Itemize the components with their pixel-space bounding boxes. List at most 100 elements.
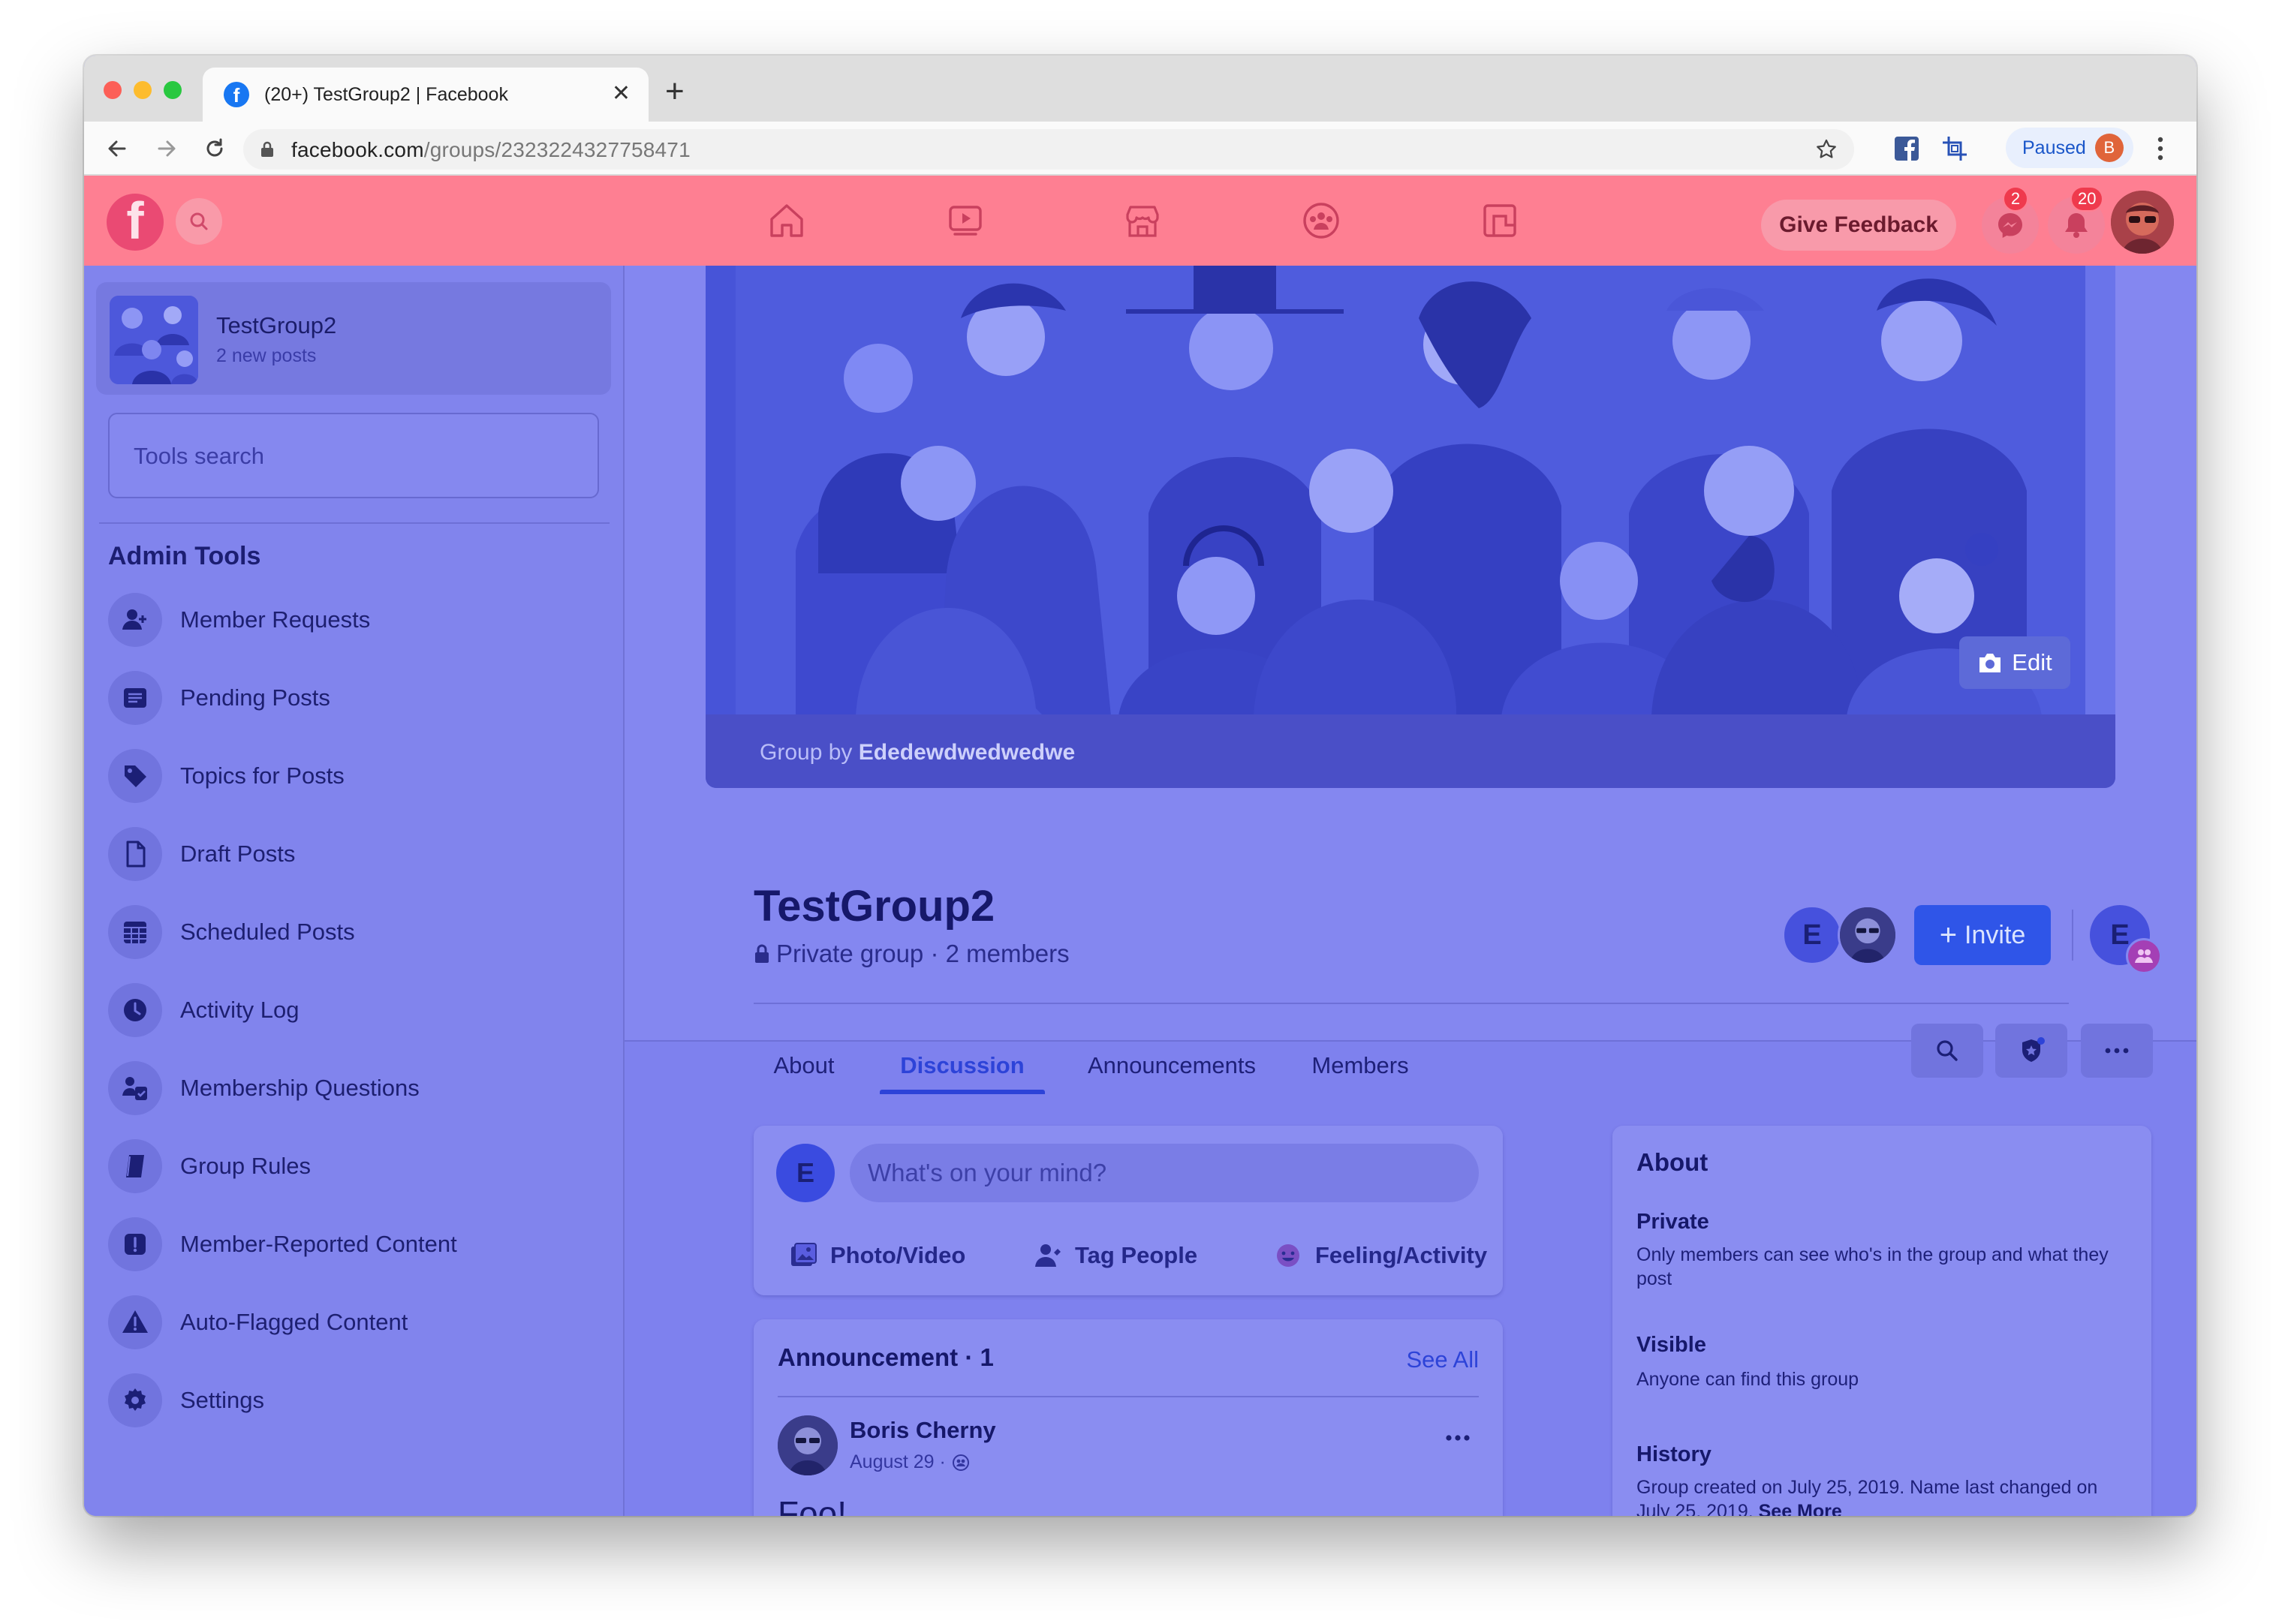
calendar-icon bbox=[108, 905, 162, 959]
group-owner-link[interactable]: Ededewdwedwedwe bbox=[859, 740, 1075, 765]
bookmark-star-icon[interactable] bbox=[1815, 138, 1838, 161]
admin-shield-button[interactable] bbox=[1995, 1024, 2067, 1078]
crop-extension-icon[interactable] bbox=[1941, 135, 1968, 162]
tag-people-button[interactable]: Tag People bbox=[1033, 1237, 1197, 1274]
gear-icon bbox=[108, 1373, 162, 1427]
sidebar-item-pending-posts[interactable]: Pending Posts bbox=[108, 659, 604, 737]
tab-announcements[interactable]: Announcements bbox=[1063, 1039, 1281, 1093]
browser-window: f (20+) TestGroup2 | Facebook ✕ + facebo… bbox=[84, 56, 2196, 1516]
search-icon bbox=[190, 212, 208, 230]
post-author-avatar[interactable] bbox=[778, 1415, 838, 1475]
sidebar-item-label: Scheduled Posts bbox=[180, 919, 355, 945]
tab-strip: f (20+) TestGroup2 | Facebook ✕ + bbox=[84, 56, 2196, 122]
search-button[interactable] bbox=[176, 198, 222, 245]
maximize-window-button[interactable] bbox=[164, 81, 182, 99]
sidebar-item-label: Activity Log bbox=[180, 997, 300, 1023]
invite-button[interactable]: + Invite bbox=[1914, 905, 2051, 965]
address-bar[interactable]: facebook.com/groups/2323224327758471 bbox=[243, 129, 1854, 170]
member-avatar[interactable]: E bbox=[1782, 905, 1842, 965]
about-history-desc: Group created on July 25, 2019. Name las… bbox=[1636, 1475, 2132, 1516]
sidebar-item-settings[interactable]: Settings bbox=[108, 1361, 604, 1439]
about-private-title: Private bbox=[1636, 1210, 1709, 1234]
more-options-button[interactable] bbox=[2081, 1024, 2153, 1078]
sidebar-item-label: Settings bbox=[180, 1387, 265, 1413]
tag-people-icon bbox=[1035, 1244, 1061, 1267]
member-requests-icon bbox=[108, 593, 162, 647]
photo-video-label: Photo/Video bbox=[830, 1242, 966, 1268]
whats-on-your-mind-input[interactable]: What's on your mind? bbox=[850, 1144, 1479, 1202]
feeling-activity-label: Feeling/Activity bbox=[1315, 1242, 1488, 1268]
group-search-button[interactable] bbox=[1911, 1024, 1983, 1078]
page-title: TestGroup2 bbox=[754, 882, 995, 931]
admin-tools-heading: Admin Tools bbox=[108, 542, 261, 570]
group-by-caption: Group by Ededewdwedwedwe bbox=[760, 740, 1076, 765]
group-thumbnail bbox=[110, 296, 198, 384]
close-window-button[interactable] bbox=[104, 81, 122, 99]
tab-close-icon[interactable]: ✕ bbox=[612, 83, 631, 105]
feeling-activity-button[interactable]: Feeling/Activity bbox=[1273, 1237, 1487, 1274]
camera-icon bbox=[1979, 654, 2001, 672]
sidebar-item-membership-questions[interactable]: Membership Questions bbox=[108, 1049, 604, 1127]
sidebar-item-member-requests[interactable]: Member Requests bbox=[108, 581, 604, 659]
give-feedback-button[interactable]: Give Feedback bbox=[1761, 200, 1956, 251]
sidebar-item-label: Group Rules bbox=[180, 1153, 312, 1179]
gaming-icon[interactable] bbox=[1476, 197, 1524, 245]
account-avatar[interactable] bbox=[2111, 191, 2174, 254]
announcement-title: Announcement · 1 bbox=[778, 1343, 994, 1371]
marketplace-icon[interactable] bbox=[1118, 197, 1167, 245]
tab-members[interactable]: Members bbox=[1300, 1039, 1420, 1093]
home-icon[interactable] bbox=[763, 197, 811, 245]
photo-icon bbox=[791, 1243, 817, 1266]
see-more-link[interactable]: See More bbox=[1759, 1501, 1842, 1516]
profile-button[interactable]: Paused B bbox=[2006, 128, 2133, 168]
warning-icon bbox=[108, 1295, 162, 1349]
facebook-extension-icon[interactable] bbox=[1893, 135, 1920, 162]
tools-search-input[interactable] bbox=[134, 440, 569, 473]
sidebar-item-draft-posts[interactable]: Draft Posts bbox=[108, 815, 604, 893]
groups-icon[interactable] bbox=[1297, 197, 1345, 245]
reload-icon[interactable] bbox=[201, 135, 228, 162]
sidebar-item-scheduled-posts[interactable]: Scheduled Posts bbox=[108, 893, 604, 971]
watch-icon[interactable] bbox=[941, 197, 989, 245]
edit-cover-button[interactable]: Edit bbox=[1959, 636, 2070, 689]
facebook-logo-icon[interactable]: f bbox=[107, 194, 164, 251]
sidebar-item-member-reported[interactable]: Member-Reported Content bbox=[108, 1205, 604, 1283]
tab-about[interactable]: About bbox=[763, 1039, 845, 1093]
group-card[interactable]: TestGroup2 2 new posts bbox=[96, 282, 611, 395]
sidebar-item-topics[interactable]: Topics for Posts bbox=[108, 737, 604, 815]
group-audience-icon bbox=[952, 1454, 969, 1471]
tab-discussion[interactable]: Discussion bbox=[880, 1039, 1045, 1093]
tag-icon bbox=[108, 749, 162, 803]
photo-video-button[interactable]: Photo/Video bbox=[788, 1237, 965, 1274]
group-main: Edit Group by Ededewdwedwedwe TestGroup2… bbox=[625, 266, 2196, 1516]
new-tab-button[interactable]: + bbox=[665, 75, 685, 108]
lock-icon bbox=[755, 944, 769, 963]
browser-menu-icon[interactable] bbox=[2156, 135, 2165, 162]
member-avatar-photo[interactable] bbox=[1838, 905, 1898, 965]
browser-tab[interactable]: f (20+) TestGroup2 | Facebook ✕ bbox=[203, 68, 649, 122]
minimize-window-button[interactable] bbox=[134, 81, 152, 99]
group-card-name: TestGroup2 bbox=[216, 312, 337, 338]
browser-toolbar: facebook.com/groups/2323224327758471 Pau… bbox=[84, 122, 2196, 176]
post-date[interactable]: August 29 · bbox=[850, 1451, 970, 1473]
forward-icon[interactable] bbox=[153, 135, 180, 162]
profile-avatar: B bbox=[2094, 134, 2124, 162]
sidebar-item-activity-log[interactable]: Activity Log bbox=[108, 971, 604, 1049]
pending-posts-icon bbox=[108, 671, 162, 725]
sidebar-item-group-rules[interactable]: Group Rules bbox=[108, 1127, 604, 1205]
post-more-icon[interactable] bbox=[1443, 1432, 1473, 1444]
draft-icon bbox=[108, 827, 162, 881]
report-icon bbox=[108, 1217, 162, 1271]
group-thumbnail-art-icon bbox=[110, 296, 198, 384]
group-header: Edit Group by Ededewdwedwedwe TestGroup2… bbox=[625, 266, 2196, 1094]
sidebar-item-auto-flagged[interactable]: Auto-Flagged Content bbox=[108, 1283, 604, 1361]
facebook-favicon-icon: f bbox=[224, 82, 249, 107]
see-all-link[interactable]: See All bbox=[1406, 1346, 1479, 1373]
announcement-card: Announcement · 1 See All Boris Cherny Au… bbox=[754, 1319, 1503, 1516]
back-icon[interactable] bbox=[104, 135, 131, 162]
post-author-name[interactable]: Boris Cherny bbox=[850, 1417, 996, 1444]
tools-search-box[interactable] bbox=[108, 413, 599, 498]
questions-icon bbox=[108, 1061, 162, 1115]
book-icon bbox=[108, 1139, 162, 1193]
more-icon bbox=[2105, 1048, 2129, 1054]
